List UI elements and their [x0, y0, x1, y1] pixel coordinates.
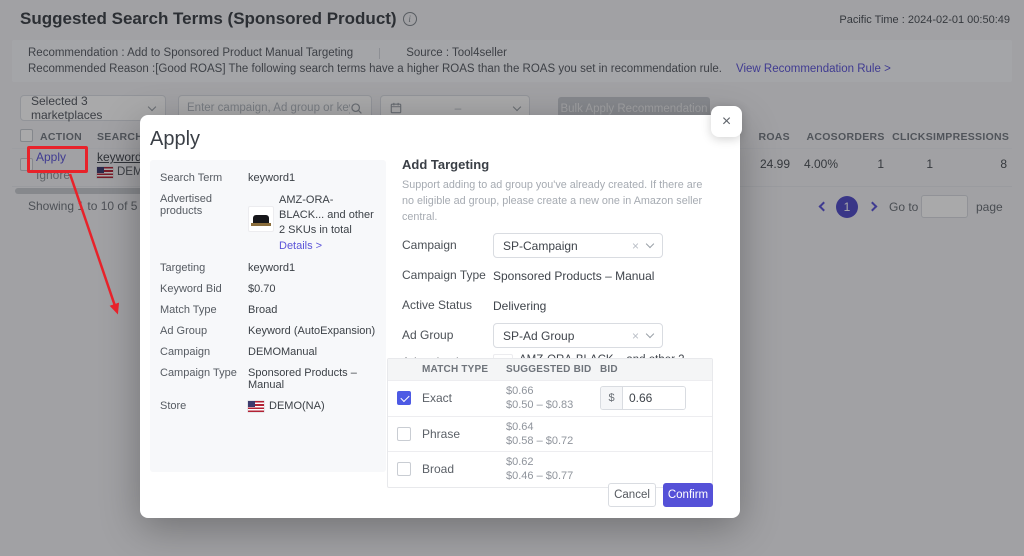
summary-targeting-value: keyword1	[248, 262, 296, 275]
bid-row-phrase: Phrase $0.64 $0.58 – $0.72	[388, 415, 712, 452]
summary-store-value: DEMO(NA)	[269, 400, 325, 413]
ad-group-select-value: SP-Ad Group	[503, 328, 575, 343]
screen: Suggested Search Terms (Sponsored Produc…	[0, 0, 1024, 556]
summary-row-advertised-products: Advertised products AMZ-ORA-BLACK... and…	[160, 193, 374, 254]
exact-checkbox[interactable]	[397, 391, 411, 406]
bid-range: $0.50 – $0.83	[506, 399, 574, 412]
summary-row-search-term: Search Term keyword1	[160, 172, 376, 184]
cancel-button[interactable]: Cancel	[608, 483, 656, 507]
ad-group-select[interactable]: SP-Ad Group ×	[493, 323, 663, 349]
bid-row-exact: Exact $0.66 $0.50 – $0.83 $	[388, 380, 712, 416]
summary-match-type-value: Broad	[248, 304, 278, 317]
summary-keyword-bid-value: $0.70	[248, 283, 276, 296]
chevron-down-icon	[645, 239, 655, 249]
campaign-select[interactable]: SP-Campaign ×	[493, 233, 663, 259]
clear-icon[interactable]: ×	[632, 239, 639, 253]
close-icon[interactable]: ×	[711, 106, 742, 137]
summary-row-targeting: Targeting keyword1	[160, 262, 376, 274]
broad-checkbox[interactable]	[397, 462, 411, 477]
bid-header-match-type: MATCH TYPE	[422, 364, 489, 375]
us-flag-icon	[248, 400, 264, 412]
form-row-campaign-type: Campaign Type Sponsored Products – Manua…	[402, 267, 655, 283]
chevron-down-icon	[645, 329, 655, 339]
product-thumbnail	[248, 206, 274, 232]
summary-row-ad-group: Ad Group Keyword (AutoExpansion)	[160, 325, 376, 338]
bid-row-broad: Broad $0.62 $0.46 – $0.77	[388, 451, 712, 487]
modal-actions: Cancel Confirm	[608, 483, 713, 507]
summary-row-match-type: Match Type Broad	[160, 304, 376, 316]
bid-range: $0.46 – $0.77	[506, 470, 574, 483]
phrase-checkbox[interactable]	[397, 426, 411, 441]
confirm-button[interactable]: Confirm	[663, 483, 713, 507]
add-targeting-heading: Add Targeting	[402, 157, 490, 172]
summary-row-store: Store DEMO(NA)	[160, 400, 325, 413]
match-type-bid-table: MATCH TYPE SUGGESTED BID BID Exact $0.66…	[387, 358, 713, 488]
modal-title: Apply	[150, 128, 201, 150]
clear-icon[interactable]: ×	[632, 329, 639, 343]
details-link[interactable]: Details >	[279, 239, 322, 254]
bid-input-group: $	[600, 386, 686, 411]
add-targeting-help-text: Support adding to ad group you've alread…	[402, 179, 703, 224]
currency-prefix: $	[601, 387, 623, 410]
bid-table-header: MATCH TYPE SUGGESTED BID BID	[388, 359, 712, 380]
suggested-bid: $0.62	[506, 456, 534, 469]
campaign-select-value: SP-Campaign	[503, 238, 578, 253]
summary-ad-group-value: Keyword (AutoExpansion)	[248, 325, 376, 338]
suggested-bid: $0.64	[506, 420, 534, 433]
bid-header-bid: BID	[600, 364, 618, 375]
apply-modal: Apply Search Term keyword1 Advertised pr…	[140, 115, 740, 518]
form-row-active-status: Active Status Delivering	[402, 297, 547, 313]
suggested-bid: $0.66	[506, 385, 534, 397]
summary-search-term-value: keyword1	[248, 172, 296, 184]
form-row-campaign: Campaign SP-Campaign ×	[402, 233, 714, 259]
advertised-products-text: AMZ-ORA-BLACK... and other 2 SKUs in tot…	[279, 194, 374, 236]
summary-row-campaign: Campaign DEMOManual	[160, 346, 376, 358]
bid-header-suggested-bid: SUGGESTED BID	[506, 364, 592, 375]
summary-campaign-value: DEMOManual	[248, 346, 318, 359]
bid-range: $0.58 – $0.72	[506, 434, 574, 447]
search-term-summary-panel: Search Term keyword1 Advertised products…	[150, 160, 386, 472]
form-row-ad-group: Ad Group SP-Ad Group ×	[402, 323, 714, 349]
summary-campaign-type-value: Sponsored Products – Manual	[248, 367, 357, 392]
campaign-type-value: Sponsored Products – Manual	[493, 268, 655, 283]
exact-bid-input[interactable]	[623, 387, 685, 410]
summary-row-keyword-bid: Keyword Bid $0.70	[160, 283, 376, 295]
summary-row-campaign-type: Campaign Type Sponsored Products – Manua…	[160, 367, 376, 391]
active-status-value: Delivering	[493, 298, 547, 313]
